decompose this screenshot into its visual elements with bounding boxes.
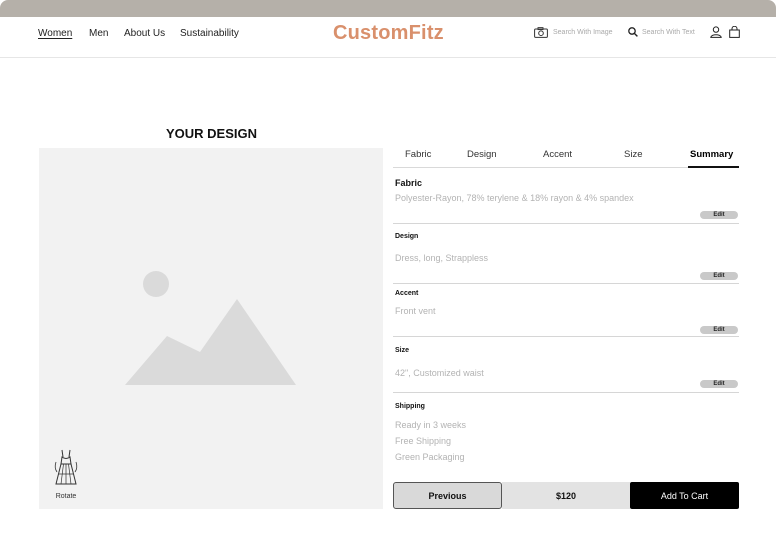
your-design-heading: YOUR DESIGN: [166, 126, 258, 141]
size-section-title: Size: [395, 347, 410, 354]
nav-link-men[interactable]: Men: [89, 28, 108, 39]
top-navigation: Women Men About Us Sustainability Custom…: [0, 17, 776, 58]
design-value: Dress, long, Strappless: [395, 253, 489, 263]
search-icon: [628, 27, 638, 37]
nav-link-women[interactable]: Women: [38, 28, 72, 39]
search-with-text-placeholder: Search With Text: [642, 28, 695, 36]
rotate-label: Rotate: [55, 493, 77, 500]
accent-section-title: Accent: [395, 290, 419, 297]
search-with-image-button[interactable]: Search With Image: [534, 27, 613, 38]
size-value: 42", Customized waist: [395, 368, 484, 378]
edit-accent-button[interactable]: Edit: [700, 326, 738, 334]
dress-rotate-icon: [53, 448, 79, 486]
configuration-tabs: Fabric Design Accent Size Summary: [393, 146, 739, 168]
edit-fabric-button[interactable]: Edit: [700, 211, 738, 219]
accent-value: Front vent: [395, 306, 436, 316]
divider: [393, 283, 739, 284]
previous-button[interactable]: Previous: [393, 482, 502, 509]
active-tab-indicator: [688, 166, 739, 168]
shipping-line: Free Shipping: [395, 436, 452, 446]
divider: [393, 392, 739, 393]
user-icon[interactable]: [710, 26, 722, 38]
fabric-value: Polyester-Rayon, 78% terylene & 18% rayo…: [395, 193, 634, 203]
image-placeholder-icon: [125, 270, 297, 391]
design-section-title: Design: [395, 233, 419, 240]
brand-logo[interactable]: CustomFitz: [333, 22, 444, 45]
fabric-section-title: Fabric: [395, 178, 423, 188]
edit-size-button[interactable]: Edit: [700, 380, 738, 388]
shipping-line: Green Packaging: [395, 452, 465, 462]
edit-design-button[interactable]: Edit: [700, 272, 738, 280]
window-top-bar: [0, 0, 776, 17]
shipping-section-title: Shipping: [395, 403, 425, 410]
search-with-image-label: Search With Image: [553, 29, 613, 36]
divider: [393, 336, 739, 337]
add-to-cart-button[interactable]: Add To Cart: [630, 482, 739, 509]
search-with-text-input[interactable]: Search With Text: [628, 27, 695, 37]
camera-icon: [534, 27, 548, 38]
tab-fabric[interactable]: Fabric: [405, 149, 431, 160]
nav-link-about-us[interactable]: About Us: [124, 28, 165, 39]
rotate-button[interactable]: Rotate: [53, 448, 79, 500]
shipping-line: Ready in 3 weeks: [395, 420, 467, 430]
shopping-bag-icon[interactable]: [729, 25, 740, 38]
nav-link-sustainability[interactable]: Sustainability: [180, 28, 239, 39]
divider: [393, 223, 739, 224]
tab-accent[interactable]: Accent: [543, 149, 572, 160]
tab-size[interactable]: Size: [624, 149, 642, 160]
tab-summary[interactable]: Summary: [690, 149, 733, 160]
price-display: $120: [502, 482, 630, 509]
tab-design[interactable]: Design: [467, 149, 497, 160]
design-preview-area: Rotate: [39, 148, 383, 509]
